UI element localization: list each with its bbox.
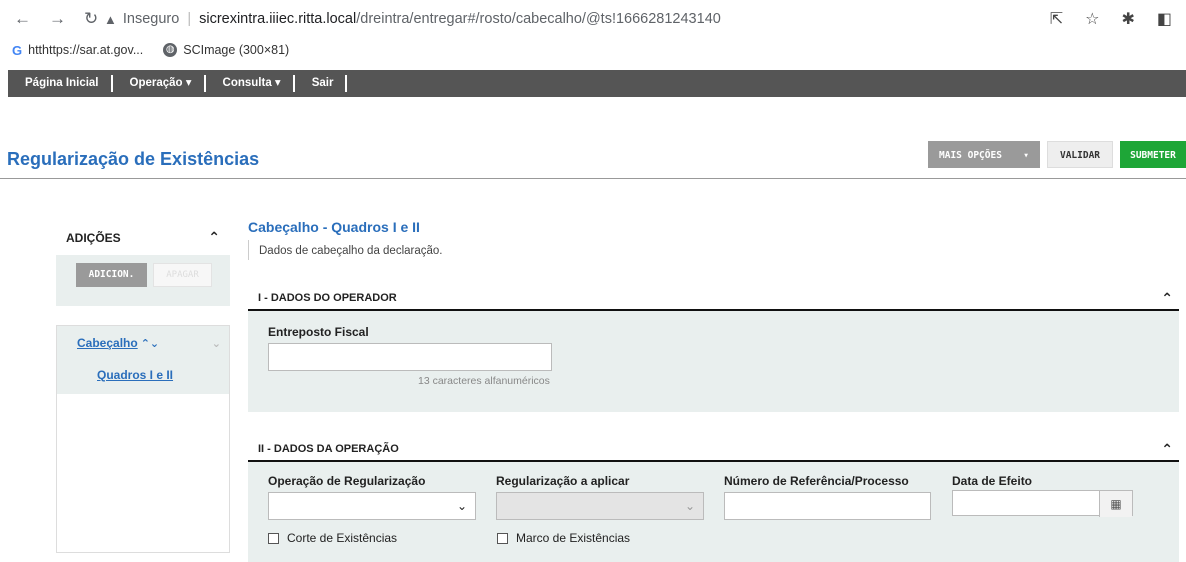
checkbox-box[interactable] [268, 532, 279, 544]
tree-node-label-wrap: Cabeçalho ⌃⌄ [77, 336, 159, 350]
bookmark-scimage[interactable]: ◍ SCImage (300×81) [163, 43, 289, 57]
chevron-up-icon[interactable]: ⌃ [208, 229, 220, 246]
data-efeito-input[interactable]: ▦ [952, 490, 1133, 517]
title-divider [0, 178, 1186, 179]
star-icon[interactable]: ☆ [1085, 9, 1099, 29]
sidepanel-icon[interactable]: ◧ [1157, 9, 1172, 29]
more-options-button[interactable]: MAIS OPÇÕES ▾ [928, 141, 1040, 168]
chevron-up-icon[interactable]: ⌃ [1161, 290, 1179, 307]
regularizacao-label: Regularização a aplicar [496, 474, 630, 488]
entreposto-hint: 13 caracteres alfanuméricos [418, 375, 550, 387]
additions-header[interactable]: ADIÇÕES ⌃ [56, 220, 230, 255]
data-efeito-label: Data de Efeito [952, 474, 1033, 488]
referencia-label: Número de Referência/Processo [724, 474, 909, 488]
bookmarks-bar: G htthttps://sar.at.gov... ◍ SCImage (30… [0, 38, 1186, 62]
delete-button[interactable]: APAGAR [153, 263, 212, 287]
add-button[interactable]: ADICION. [76, 263, 147, 287]
tree-leaf-quadros[interactable]: Quadros I e II [77, 356, 173, 382]
more-options-label: MAIS OPÇÕES [939, 150, 1002, 161]
regularizacao-select[interactable]: ⌄ [496, 492, 704, 520]
nav-sair[interactable]: Sair [295, 75, 348, 92]
operacao-label: Operação de Regularização [268, 474, 426, 488]
operator-section: I - DADOS DO OPERADOR ⌃ Entreposto Fisca… [248, 287, 1179, 412]
back-icon[interactable]: ← [14, 9, 31, 29]
submit-button[interactable]: SUBMETER [1120, 141, 1186, 168]
operator-section-body: Entreposto Fiscal 13 caracteres alfanumé… [248, 311, 1179, 412]
additions-buttons: ADICION. APAGAR [56, 255, 230, 287]
app-navbar: Página Inicial Operação ▾ Consulta ▾ Sai… [8, 70, 1186, 97]
address-bar[interactable]: ▲ Inseguro | sicrexintra.iiiec.ritta.loc… [104, 11, 1050, 27]
nav-operacao[interactable]: Operação ▾ [113, 75, 206, 92]
bookmark-sar[interactable]: G htthttps://sar.at.gov... [12, 43, 143, 58]
bookmark-label: htthttps://sar.at.gov... [28, 43, 144, 57]
globe-icon: ◍ [163, 43, 178, 57]
tree-node-cabecalho[interactable]: Cabeçalho ⌃⌄ ⌄ [77, 336, 229, 350]
browser-toolbar: ← → ↻ ▲ Inseguro | sicrexintra.iiiec.rit… [0, 0, 1186, 38]
validate-button[interactable]: VALIDAR [1047, 141, 1113, 168]
url-path: /dreintra/entregar#/rosto/cabecalho/@ts!… [356, 11, 721, 27]
url-host: sicrexintra.iiiec.ritta.local [199, 11, 357, 27]
navigation-tree: Cabeçalho ⌃⌄ ⌄ Quadros I e II [56, 325, 230, 553]
nav-home[interactable]: Página Inicial [8, 75, 113, 92]
section-description: Dados de cabeçalho da declaração. [248, 240, 443, 260]
tree-node-link[interactable]: Cabeçalho [77, 336, 138, 350]
forward-icon[interactable]: → [49, 9, 66, 29]
google-icon: G [12, 42, 23, 58]
chevron-down-icon[interactable]: ⌄ [212, 337, 221, 350]
bookmark-label: SCImage (300×81) [183, 43, 290, 57]
warning-icon[interactable]: ▲ [104, 12, 117, 27]
additions-panel: ADIÇÕES ⌃ ADICION. APAGAR [56, 220, 230, 306]
insecure-label: Inseguro [122, 11, 180, 27]
corte-checkbox[interactable]: Corte de Existências [268, 531, 397, 545]
operation-section-title: II - DADOS DA OPERAÇÃO [258, 443, 399, 455]
chevron-up-icon[interactable]: ⌃ [1161, 441, 1179, 458]
browser-actions: ⇱ ☆ ✱ ◧ [1050, 9, 1178, 29]
operation-section: II - DADOS DA OPERAÇÃO ⌃ Operação de Reg… [248, 438, 1179, 562]
chevron-down-icon: ⌄ [684, 499, 695, 513]
address-separator: | [187, 11, 192, 27]
page-title: Regularização de Existências [7, 149, 260, 169]
section-title: Cabeçalho - Quadros I e II [248, 219, 420, 235]
chevron-down-icon: ⌄ [456, 499, 467, 513]
corte-checkbox-label: Corte de Existências [287, 531, 398, 545]
entreposto-input[interactable] [268, 343, 552, 371]
nav-consulta[interactable]: Consulta ▾ [206, 75, 295, 92]
entreposto-label: Entreposto Fiscal [268, 325, 369, 339]
marco-checkbox-label: Marco de Existências [516, 531, 631, 545]
operator-section-header[interactable]: I - DADOS DO OPERADOR ⌃ [248, 287, 1179, 311]
extensions-icon[interactable]: ✱ [1121, 9, 1134, 29]
tree-leaf-link[interactable]: Quadros I e II [97, 368, 173, 382]
page-actions: MAIS OPÇÕES ▾ VALIDAR SUBMETER [928, 141, 1186, 168]
checkbox-box[interactable] [497, 532, 508, 544]
operation-section-body: Operação de Regularização ⌄ Regularizaçã… [248, 462, 1179, 562]
operator-section-title: I - DADOS DO OPERADOR [258, 292, 397, 304]
additions-title: ADIÇÕES [66, 230, 121, 245]
reorder-icon[interactable]: ⌃⌄ [141, 338, 159, 350]
referencia-input[interactable] [724, 492, 931, 520]
operation-section-header[interactable]: II - DADOS DA OPERAÇÃO ⌃ [248, 438, 1179, 462]
browser-nav: ← → ↻ [8, 9, 104, 29]
calendar-icon[interactable]: ▦ [1099, 491, 1132, 517]
marco-checkbox[interactable]: Marco de Existências [497, 531, 630, 545]
reload-icon[interactable]: ↻ [84, 9, 98, 29]
share-icon[interactable]: ⇱ [1050, 9, 1063, 29]
caret-down-icon: ▾ [1023, 150, 1029, 161]
operacao-select[interactable]: ⌄ [268, 492, 476, 520]
